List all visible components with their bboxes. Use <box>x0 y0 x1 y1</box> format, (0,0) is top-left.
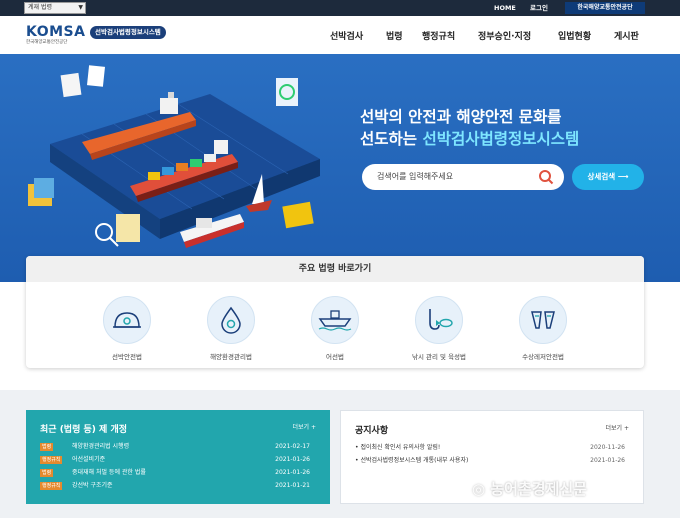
nav-board[interactable]: 게시판 <box>614 29 639 42</box>
category-badge: 행정규칙 <box>40 456 63 464</box>
page: 계재 법령 ▼ HOME 로그인 한국해양교통안전공단 KOMSA 한국해양교통… <box>0 0 680 518</box>
site-select[interactable]: 계재 법령 ▼ <box>24 2 86 14</box>
search-input[interactable]: 검색어를 입력해주세요 <box>377 171 453 182</box>
hero-headline-highlight: 선박검사법령정보시스템 <box>422 130 580 148</box>
quick-link-label: 수상레저안전법 <box>522 353 564 361</box>
hero-banner: 선박의 안전과 해양안전 문화를 선도하는 선박검사법령정보시스템 검색어를 입… <box>0 54 680 282</box>
search-box[interactable]: 검색어를 입력해주세요 <box>362 164 564 190</box>
row-date: 2021-02-17 <box>275 443 310 450</box>
hero-headline-prefix: 선도하는 <box>360 130 423 148</box>
table-row[interactable]: 법령 중대재해 처벌 등에 관한 법률 2021-01-26 <box>40 468 320 478</box>
chevron-down-icon: ▼ <box>78 4 83 11</box>
notice-item-title: 선박검사법령정보시스템 개통(내부 사용자) <box>360 457 469 464</box>
site-select-value: 계재 법령 <box>28 4 52 11</box>
row-title: 어선설비기준 <box>72 456 106 463</box>
nav-legislation[interactable]: 입법현황 <box>558 29 591 42</box>
header: KOMSA 한국해양교통안전공단 선박검사법령정보시스템 선박검사 법령 행정규… <box>0 16 680 54</box>
fishing-boat-icon <box>311 296 359 344</box>
row-title: 강선박 구조기준 <box>72 482 113 489</box>
watermark-emblem-icon: ◎ <box>472 480 491 498</box>
watermark: ◎ 농어촌경제신문 <box>472 478 587 499</box>
row-title: 중대재해 처벌 등에 관한 법률 <box>72 469 146 476</box>
recent-laws-panel: 최근 (법령 등) 제 개정 더보기 + 법령 해양환경관리법 시행령 2021… <box>26 410 330 504</box>
hero-headline-line1: 선박의 안전과 해양안전 문화를 <box>360 108 562 126</box>
table-row[interactable]: 법령 해양환경관리법 시행령 2021-02-17 <box>40 442 320 452</box>
category-badge: 법령 <box>40 443 54 451</box>
fishing-hook-icon <box>415 296 463 344</box>
system-name-pill: 선박검사법령정보시스템 <box>90 26 166 39</box>
ship-illustration <box>28 65 320 248</box>
category-badge: 행정규칙 <box>40 482 63 490</box>
helmet-icon <box>103 296 151 344</box>
notice-more-link[interactable]: 더보기 + <box>606 423 630 432</box>
list-item[interactable]: • 선박검사법령정보시스템 개통(내부 사용자) 2021-01-26 <box>355 456 635 466</box>
recent-laws-title: 최근 (법령 등) 제 개정 <box>40 425 128 435</box>
nav-admin-rules[interactable]: 행정규칙 <box>422 29 455 42</box>
nav-laws[interactable]: 법령 <box>386 29 403 42</box>
search-icon[interactable] <box>538 169 554 185</box>
water-drop-icon <box>207 296 255 344</box>
quick-link-label: 낚시 관리 및 육성법 <box>411 353 467 361</box>
notice-item-title: 접이최신 확인서 유의사항 알림! <box>360 444 441 451</box>
list-item[interactable]: • 접이최신 확인서 유의사항 알림! 2020-11-26 <box>355 443 635 453</box>
quick-link-label: 해양환경관리법 <box>210 353 252 361</box>
table-row[interactable]: 행정규칙 강선박 구조기준 2021-01-21 <box>40 481 320 491</box>
quick-link-ship-safety-act[interactable]: 선박안전법 <box>82 296 172 361</box>
login-link[interactable]: 로그인 <box>530 3 548 13</box>
quick-link-label: 어선법 <box>326 353 344 361</box>
quick-links-card: 주요 법령 바로가기 선박안전법 해양환경관리법 어선법 낚시 관리 및 육성법 <box>26 256 644 368</box>
notice-item-date: 2020-11-26 <box>590 444 625 451</box>
quick-link-fishing-act[interactable]: 낚시 관리 및 육성법 <box>394 296 484 361</box>
quick-link-marine-env-act[interactable]: 해양환경관리법 <box>186 296 276 361</box>
agency-link[interactable]: 한국해양교통안전공단 <box>565 2 645 14</box>
category-badge: 법령 <box>40 469 54 477</box>
row-date: 2021-01-21 <box>275 482 310 489</box>
logo[interactable]: KOMSA 한국해양교통안전공단 <box>26 24 85 45</box>
hero-headline: 선박의 안전과 해양안전 문화를 선도하는 선박검사법령정보시스템 <box>360 106 579 150</box>
recent-laws-more-link[interactable]: 더보기 + <box>293 422 317 431</box>
nav-gov-approval[interactable]: 정부승인·지정 <box>478 29 531 42</box>
quick-link-fishing-vessel-act[interactable]: 어선법 <box>290 296 380 361</box>
notice-item-date: 2021-01-26 <box>590 457 625 464</box>
row-date: 2021-01-26 <box>275 469 310 476</box>
home-link[interactable]: HOME <box>494 3 516 13</box>
hero-headline-line2: 선도하는 선박검사법령정보시스템 <box>360 128 579 150</box>
utility-bar: 계재 법령 ▼ HOME 로그인 한국해양교통안전공단 <box>0 0 680 16</box>
quick-link-water-leisure-act[interactable]: 수상레저안전법 <box>498 296 588 361</box>
quick-links-title: 주요 법령 바로가기 <box>26 256 644 282</box>
row-date: 2021-01-26 <box>275 456 310 463</box>
row-title: 해양환경관리법 시행령 <box>72 443 130 450</box>
logo-text: KOMSA <box>26 24 86 40</box>
table-row[interactable]: 행정규칙 어선설비기준 2021-01-26 <box>40 455 320 465</box>
flippers-icon <box>519 296 567 344</box>
notice-title: 공지사항 <box>355 426 389 436</box>
quick-link-label: 선박안전법 <box>112 353 142 361</box>
nav-ship-inspection[interactable]: 선박검사 <box>330 29 363 42</box>
watermark-text: 농어촌경제신문 <box>490 480 587 498</box>
detail-search-button[interactable]: 상세검색 ⟶ <box>572 164 644 190</box>
